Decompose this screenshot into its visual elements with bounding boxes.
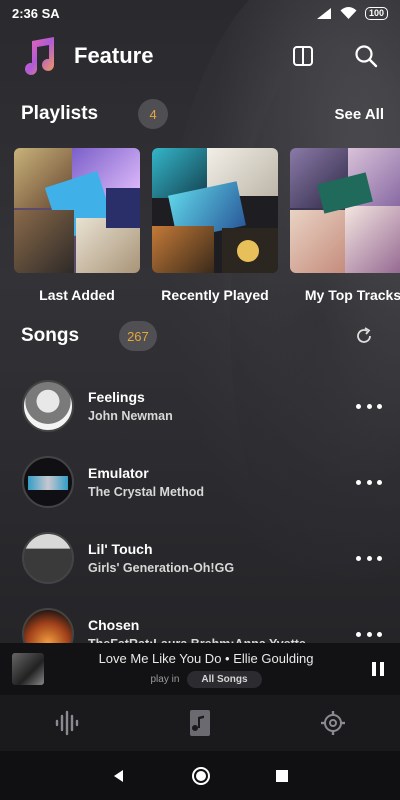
see-all-link[interactable]: See All xyxy=(335,106,384,123)
search-icon[interactable] xyxy=(354,44,378,68)
song-title: Feelings xyxy=(88,389,145,405)
battery-indicator: 100 xyxy=(364,6,388,20)
more-options-icon[interactable] xyxy=(356,555,382,561)
more-options-icon[interactable] xyxy=(356,631,382,637)
system-navigation-bar xyxy=(0,751,400,800)
pause-icon[interactable] xyxy=(368,659,388,679)
more-options-icon[interactable] xyxy=(356,479,382,485)
song-row[interactable]: Emulator The Crystal Method xyxy=(22,444,382,520)
song-artist: John Newman xyxy=(88,409,173,423)
equalizer-waveform-icon[interactable] xyxy=(54,710,80,736)
wifi-icon xyxy=(340,6,357,19)
playlist-cover-collage xyxy=(290,148,400,273)
library-music-icon[interactable] xyxy=(187,709,213,737)
playlist-cover-collage xyxy=(152,148,278,273)
song-artist: The Crystal Method xyxy=(88,485,204,499)
more-options-icon[interactable] xyxy=(356,403,382,409)
song-row[interactable]: Lil' Touch Girls' Generation-Oh!GG xyxy=(22,520,382,596)
song-artist: Girls' Generation-Oh!GG xyxy=(88,561,235,575)
playlists-section-header: Playlists 4 See All xyxy=(21,98,384,130)
song-row[interactable]: Feelings John Newman xyxy=(22,368,382,444)
music-note-logo-icon xyxy=(25,37,54,75)
play-in-label: play in xyxy=(150,673,180,685)
song-artwork xyxy=(22,532,74,584)
bottom-navigation xyxy=(0,695,400,751)
signal-icon xyxy=(316,7,331,19)
playlist-name: My Top Tracks xyxy=(304,287,400,303)
playlist-card-my-top-tracks[interactable]: My Top Tracks xyxy=(290,148,400,303)
status-time: 2:36 SA xyxy=(12,5,60,21)
now-playing-title: Love Me Like You Do • Ellie Goulding xyxy=(98,650,314,666)
playlist-carousel: Last Added Recently Played My Top Tracks xyxy=(14,148,400,303)
mini-player[interactable]: Love Me Like You Do • Ellie Goulding pla… xyxy=(0,643,400,695)
now-playing-artwork xyxy=(12,653,44,685)
playlists-count-badge: 4 xyxy=(138,99,169,129)
playlists-heading: Playlists xyxy=(21,103,99,124)
song-title: Emulator xyxy=(88,465,149,481)
play-source-chip[interactable]: All Songs xyxy=(187,670,262,688)
songs-section-header: Songs 267 xyxy=(21,320,384,352)
settings-gear-icon[interactable] xyxy=(320,710,346,736)
back-icon[interactable] xyxy=(111,768,127,784)
app-header: Feature xyxy=(22,36,378,76)
playlist-name: Recently Played xyxy=(161,287,269,303)
recents-icon[interactable] xyxy=(275,769,289,783)
home-icon[interactable] xyxy=(191,766,211,786)
playlist-card-recently-played[interactable]: Recently Played xyxy=(152,148,278,303)
refresh-icon[interactable] xyxy=(354,326,374,346)
playlist-name: Last Added xyxy=(39,287,115,303)
layout-toggle-icon[interactable] xyxy=(292,45,314,67)
playlist-cover-collage xyxy=(14,148,140,273)
songs-count-badge: 267 xyxy=(119,321,157,351)
status-bar: 2:36 SA 100 xyxy=(0,0,400,26)
song-title: Chosen xyxy=(88,617,140,633)
song-artwork xyxy=(22,456,74,508)
song-title: Lil' Touch xyxy=(88,541,153,557)
page-title: Feature xyxy=(74,43,154,68)
playlist-card-last-added[interactable]: Last Added xyxy=(14,148,140,303)
song-list: Feelings John Newman Emulator The Crysta… xyxy=(22,368,382,672)
song-artwork xyxy=(22,380,74,432)
songs-heading: Songs xyxy=(21,325,80,346)
